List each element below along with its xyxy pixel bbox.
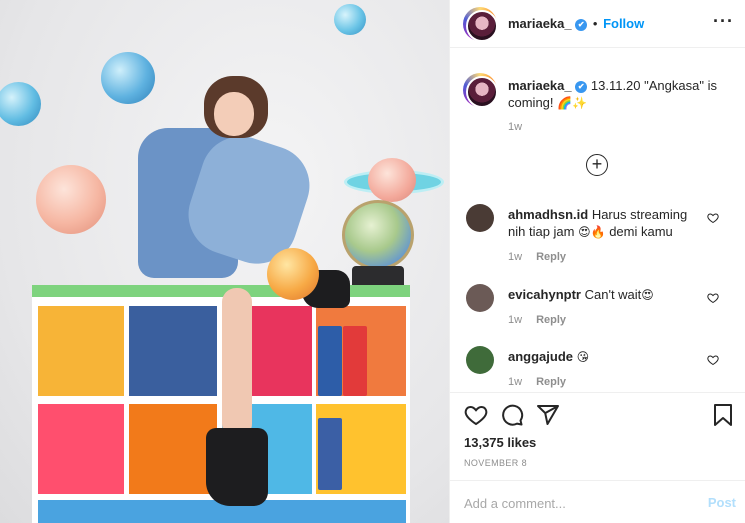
comment-text: Can't wait (584, 287, 642, 302)
planet-prop (334, 4, 366, 35)
header-username[interactable]: mariaeka_ (508, 16, 572, 31)
comment-username[interactable]: evicahynptr (508, 287, 581, 302)
separator-dot: • (592, 16, 598, 31)
post-photo[interactable] (0, 0, 449, 523)
comment-meta: 1w Reply (508, 314, 566, 326)
follow-button[interactable]: Follow (603, 16, 644, 31)
comment-age: 1w (508, 251, 523, 263)
shelf-cell (38, 404, 124, 494)
post-date[interactable]: NOVEMBER 8 (464, 458, 527, 468)
verified-badge-icon: ✔ (575, 18, 588, 31)
comment-like-heart-icon[interactable] (707, 292, 719, 304)
likes-count[interactable]: 13,375 likes (464, 435, 536, 450)
caption-emojis: 🌈✨ (557, 96, 588, 110)
post-comment-button[interactable]: Post (708, 495, 736, 510)
caption-date: 13.11.20 (590, 78, 641, 93)
add-comment-bar: Post (450, 480, 745, 523)
comment-text-after: demi kamu (609, 224, 673, 239)
comment-age: 1w (508, 314, 523, 326)
comment-avatar[interactable] (466, 284, 494, 312)
bookmark-icon[interactable] (712, 403, 734, 427)
caption-avatar[interactable] (463, 73, 498, 108)
post-actions: 13,375 likes NOVEMBER 8 Post (450, 392, 745, 523)
binder (318, 326, 342, 396)
more-horizontal-icon[interactable]: ··· (713, 12, 734, 30)
person-face (214, 92, 254, 136)
post-side-panel: mariaeka_ ✔ • Follow ··· mariaeka_ ✔ 13.… (449, 0, 745, 523)
person-boot (206, 428, 268, 506)
comment: evicahynptr Can't wait😍 (508, 286, 708, 304)
plus-circle-icon[interactable]: + (586, 154, 608, 176)
shelf-cell (38, 306, 124, 396)
comment-like-heart-icon[interactable] (707, 354, 719, 366)
header-user-line: mariaeka_ ✔ • Follow (508, 16, 644, 31)
comment-emojis: 😍🔥 (578, 225, 606, 239)
comment-emojis: 😘 (576, 350, 590, 364)
bookshelf-top (32, 285, 410, 297)
comment-icon[interactable] (500, 403, 524, 427)
comment: ahmadhsn.id Harus streaming nih tiap jam… (508, 206, 708, 241)
comment-emojis: 😍 (641, 288, 654, 302)
globe-prop (342, 200, 414, 270)
avatar[interactable] (463, 7, 498, 42)
person-leg (222, 288, 252, 438)
planet-prop (267, 248, 319, 300)
binder (343, 326, 367, 396)
send-icon[interactable] (536, 403, 560, 427)
comment-meta: 1w Reply (508, 251, 566, 263)
reply-button[interactable]: Reply (536, 314, 566, 326)
planet-prop (36, 165, 106, 234)
shelf-cell (129, 404, 217, 494)
caption-age: 1w (508, 121, 523, 133)
comment-age: 1w (508, 376, 523, 388)
comment-avatar[interactable] (466, 346, 494, 374)
post-header: mariaeka_ ✔ • Follow ··· (450, 0, 745, 48)
comment-like-heart-icon[interactable] (707, 212, 719, 224)
comment: anggajude 😘 (508, 348, 708, 366)
heart-icon[interactable] (464, 403, 488, 427)
verified-badge-icon: ✔ (575, 80, 588, 93)
comment-input[interactable] (464, 493, 684, 513)
saturn-prop (368, 158, 416, 202)
reply-button[interactable]: Reply (536, 376, 566, 388)
caption: mariaeka_ ✔ 13.11.20 "Angkasa" is coming… (508, 77, 734, 112)
binder (318, 418, 342, 490)
comment-meta: 1w Reply (508, 376, 566, 388)
caption-username[interactable]: mariaeka_ (508, 78, 572, 93)
comment-username[interactable]: ahmadhsn.id (508, 207, 588, 222)
comment-username[interactable]: anggajude (508, 349, 573, 364)
planet-prop (101, 52, 155, 104)
comment-avatar[interactable] (466, 204, 494, 232)
shelf-cell (129, 306, 217, 396)
reply-button[interactable]: Reply (536, 251, 566, 263)
